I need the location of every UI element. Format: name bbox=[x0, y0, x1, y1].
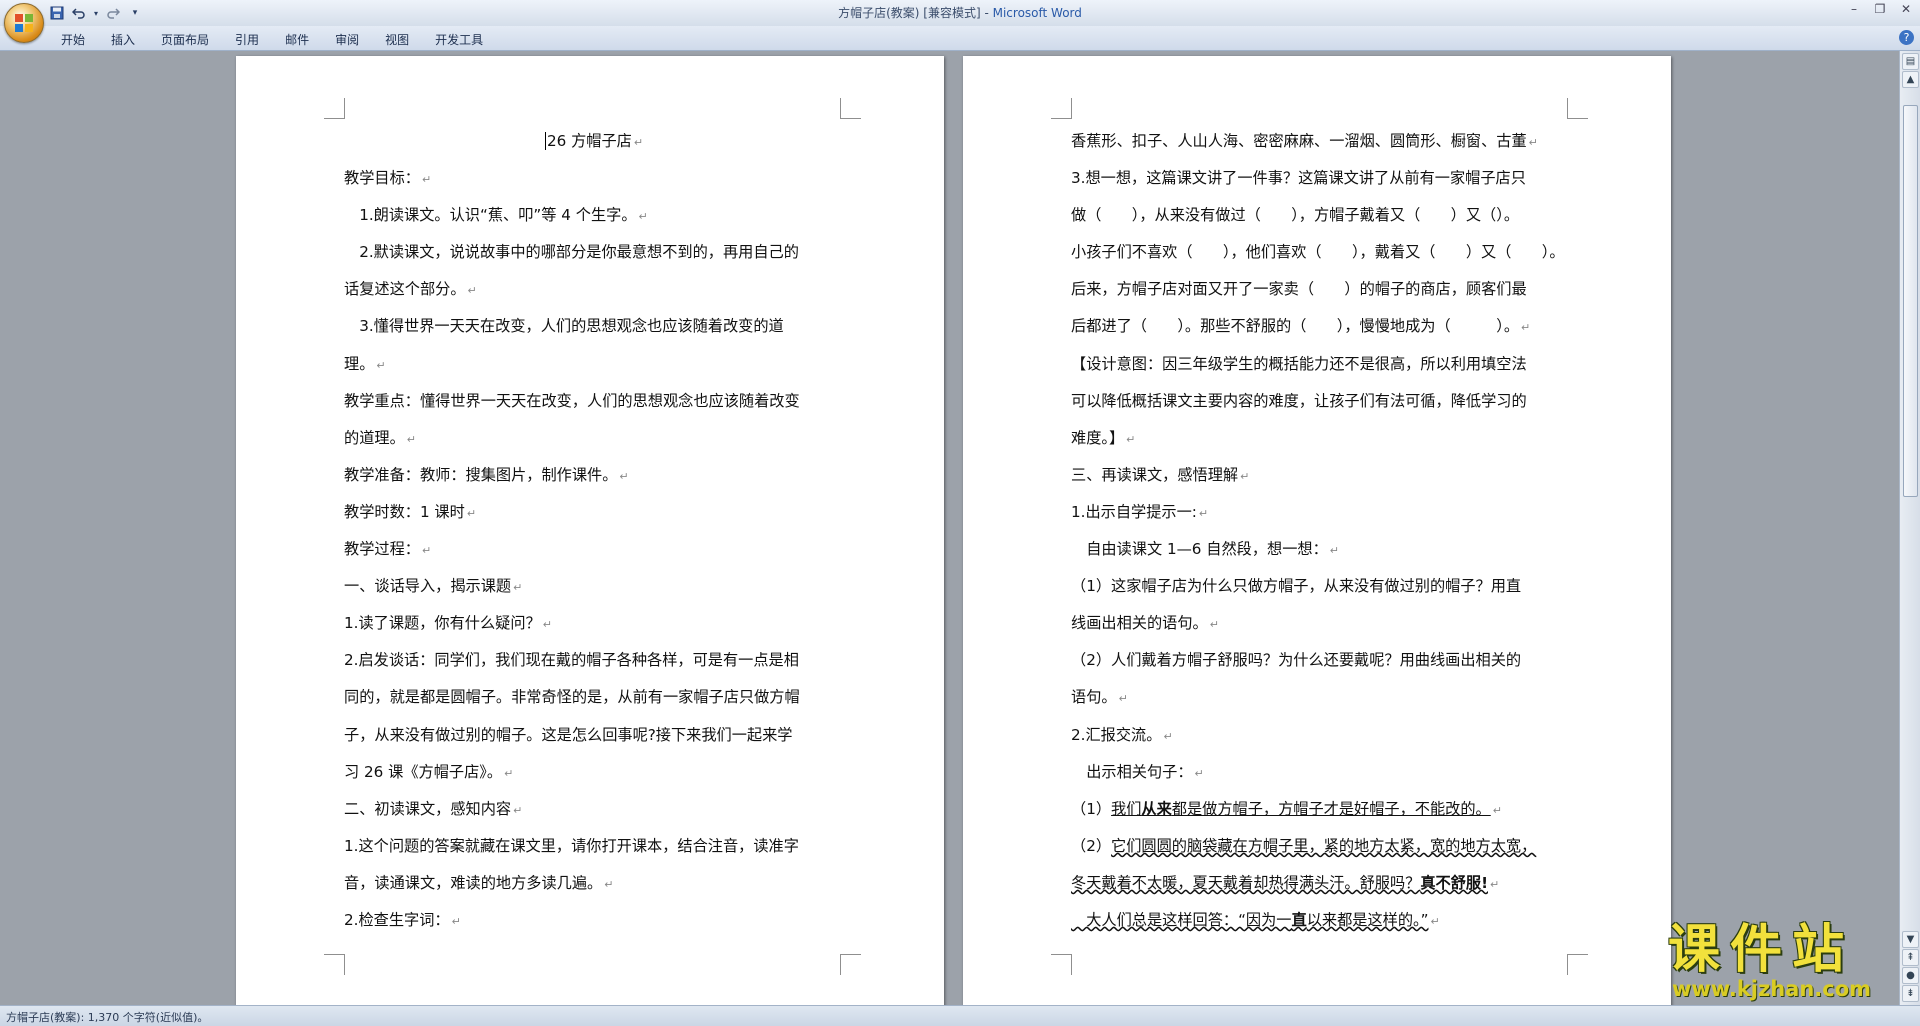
vertical-scrollbar[interactable]: ▤ ▲ ▼ ⇞ ● ⇟ bbox=[1899, 51, 1920, 1005]
paragraph: 3.懂得世界一天天在改变，人们的思想观念也应该随着改变的道 bbox=[344, 317, 784, 336]
minimize-icon[interactable]: – bbox=[1846, 2, 1862, 16]
tab-page-layout[interactable]: 页面布局 bbox=[148, 29, 222, 51]
paragraph: 出示相关句子： ↵ bbox=[1071, 762, 1204, 781]
paragraph: 的道理。 ↵ bbox=[344, 428, 416, 447]
paragraph: 1.这个问题的答案就藏在课文里，请你打开课本，结合注音，读准字 bbox=[344, 836, 799, 855]
document-workspace: 26 方帽子店 ↵ 教学目标： ↵ 1.朗读课文。认识“蕉、叩”等 4 个生字。 ↵ … bbox=[0, 51, 1900, 1005]
status-text: 方帽子店(教案): 1,370 个字符(近似值)。 bbox=[6, 1011, 209, 1024]
paragraph: 教学时数：1 课时 ↵ bbox=[344, 502, 477, 521]
document-page-2[interactable]: 香蕉形、扣子、人山人海、密密麻麻、一溜烟、圆筒形、橱窗、古董 ↵ 3.想一想，这篇… bbox=[963, 56, 1671, 1005]
tab-references[interactable]: 引用 bbox=[222, 29, 272, 51]
page-1-text: 26 方帽子店 ↵ 教学目标： ↵ 1.朗读课文。认识“蕉、叩”等 4 个生字。 ↵ … bbox=[344, 123, 844, 939]
title-bar: ▾ ▾ 方帽子店(教案) [兼容模式] - Microsoft Word – ❐… bbox=[0, 0, 1920, 27]
crop-mark bbox=[1051, 954, 1072, 975]
crop-mark bbox=[324, 98, 345, 119]
crop-mark bbox=[840, 98, 861, 119]
status-bar: 方帽子店(教案): 1,370 个字符(近似值)。 bbox=[0, 1005, 1920, 1026]
paragraph: 3.想一想，这篇课文讲了一件事？这篇课文讲了从前有一家帽子店只 bbox=[1071, 169, 1526, 188]
close-icon[interactable]: ✕ bbox=[1898, 2, 1914, 16]
paragraph: 教学目标： ↵ bbox=[344, 169, 432, 188]
paragraph: 习 26 课《方帽子店》。 ↵ bbox=[344, 762, 514, 781]
paragraph: 可以降低概括课文主要内容的难度，让孩子们有法可循，降低学习的 bbox=[1071, 391, 1527, 410]
paragraph: 教学过程： ↵ bbox=[344, 540, 432, 559]
quote-1: （1）我们从来都是做方帽子，方帽子才是好帽子，不能改的。 ↵ bbox=[1071, 799, 1502, 818]
document-title-line: 26 方帽子店 ↵ bbox=[544, 132, 644, 150]
app-name: Microsoft Word bbox=[992, 6, 1082, 20]
paragraph: 小孩子们不喜欢（ ），他们喜欢（ ），戴着又（ ）又（ ）。 bbox=[1071, 243, 1565, 262]
paragraph: 后都进了（ ）。那些不舒服的（ ），慢慢地成为（ ）。 ↵ bbox=[1071, 317, 1531, 336]
ribbon-tabs: 开始 插入 页面布局 引用 邮件 审阅 视图 开发工具 bbox=[48, 29, 496, 51]
scroll-up-icon[interactable]: ▲ bbox=[1902, 71, 1919, 88]
paragraph: 话复述这个部分。 ↵ bbox=[344, 280, 477, 299]
paragraph: 2.汇报交流。 ↵ bbox=[1071, 725, 1173, 744]
paragraph: 1.朗读课文。认识“蕉、叩”等 4 个生字。 ↵ bbox=[344, 206, 648, 225]
next-page-icon[interactable]: ⇟ bbox=[1902, 985, 1919, 1002]
paragraph: 音，读通课文，难读的地方多读几遍。 ↵ bbox=[344, 873, 614, 892]
paragraph: 1.读了课题，你有什么疑问？ ↵ bbox=[344, 614, 552, 633]
paragraph: 2.默读课文，说说故事中的哪部分是你最意想不到的，再用自己的 bbox=[344, 243, 799, 262]
quote-3: 大人们总是这样回答：“因为一直以来都是这样的。” ↵ bbox=[1071, 910, 1440, 929]
tab-mailings[interactable]: 邮件 bbox=[272, 29, 322, 51]
document-title: 方帽子店(教案) [兼容模式] - bbox=[838, 6, 993, 20]
tab-review[interactable]: 审阅 bbox=[322, 29, 372, 51]
window-title: 方帽子店(教案) [兼容模式] - Microsoft Word bbox=[0, 4, 1920, 21]
paragraph: （2）人们戴着方帽子舒服吗？为什么还要戴呢？用曲线画出相关的 bbox=[1071, 651, 1522, 670]
scroll-down-icon[interactable]: ▼ bbox=[1902, 931, 1919, 948]
paragraph: 【设计意图：因三年级学生的概括能力还不是很高，所以利用填空法 bbox=[1071, 354, 1527, 373]
paragraph: 2.启发谈话：同学们，我们现在戴的帽子各种各样，可是有一点是相 bbox=[344, 651, 799, 670]
document-page-1[interactable]: 26 方帽子店 ↵ 教学目标： ↵ 1.朗读课文。认识“蕉、叩”等 4 个生字。 ↵ … bbox=[236, 56, 944, 1005]
paragraph: 2.检查生字词： ↵ bbox=[344, 910, 461, 929]
crop-mark bbox=[1051, 98, 1072, 119]
office-button[interactable] bbox=[4, 3, 44, 43]
crop-mark bbox=[1567, 98, 1588, 119]
paragraph: 做（ ），从来没有做过（ ），方帽子戴着又（ ）又（）。 bbox=[1071, 206, 1520, 225]
paragraph: 教学重点：懂得世界一天天在改变，人们的思想观念也应该随着改变 bbox=[344, 391, 800, 410]
office-logo-icon bbox=[15, 14, 33, 32]
paragraph: 线画出相关的语句。 ↵ bbox=[1071, 614, 1219, 633]
tab-view[interactable]: 视图 bbox=[372, 29, 422, 51]
watermark-title: 课件站 bbox=[1668, 920, 1855, 980]
crop-mark bbox=[840, 954, 861, 975]
quote-2-cont: 冬天戴着不太暖，夏天戴着却热得满头汗。舒服吗？真不舒服! ↵ bbox=[1071, 873, 1500, 892]
paragraph: 同的，就是都是圆帽子。非常奇怪的是，从前有一家帽子店只做方帽 bbox=[344, 688, 800, 707]
paragraph: 自由读课文 1—6 自然段，想一想： ↵ bbox=[1071, 540, 1340, 559]
text-cursor bbox=[544, 132, 546, 150]
paragraph: 一、谈话导入，揭示课题 ↵ bbox=[344, 577, 523, 596]
ruler-toggle-icon[interactable]: ▤ bbox=[1902, 53, 1919, 70]
tab-home[interactable]: 开始 bbox=[48, 29, 98, 51]
page-2-text: 香蕉形、扣子、人山人海、密密麻麻、一溜烟、圆筒形、橱窗、古董 ↵ 3.想一想，这篇… bbox=[1071, 123, 1571, 939]
window-controls: – ❐ ✕ bbox=[1846, 2, 1914, 16]
crop-mark bbox=[1567, 954, 1588, 975]
paragraph: 难度。】 ↵ bbox=[1071, 428, 1136, 447]
previous-page-icon[interactable]: ⇞ bbox=[1902, 949, 1919, 966]
lesson-title: 26 方帽子店 bbox=[546, 132, 632, 150]
scroll-thumb[interactable] bbox=[1903, 105, 1918, 497]
paragraph: 子，从来没有做过别的帽子。这是怎么回事呢?接下来我们一起来学 bbox=[344, 725, 793, 744]
paragraph: 1.出示自学提示一: ↵ bbox=[1071, 502, 1209, 521]
crop-mark bbox=[324, 954, 345, 975]
tab-developer[interactable]: 开发工具 bbox=[422, 29, 496, 51]
watermark-url: www.kjzhan.com bbox=[1672, 977, 1872, 1001]
tab-insert[interactable]: 插入 bbox=[98, 29, 148, 51]
watermark-logo: 课件站 www.kjzhan.com bbox=[1668, 922, 1904, 1002]
paragraph: 香蕉形、扣子、人山人海、密密麻麻、一溜烟、圆筒形、橱窗、古董 ↵ bbox=[1071, 132, 1538, 150]
paragraph: 后来，方帽子店对面又开了一家卖（ ）的帽子的商店，顾客们最 bbox=[1071, 280, 1527, 299]
paragraph: 教学准备：教师：搜集图片，制作课件。 ↵ bbox=[344, 465, 629, 484]
restore-icon[interactable]: ❐ bbox=[1872, 2, 1888, 16]
paragraph: 二、初读课文，感知内容 ↵ bbox=[344, 799, 523, 818]
paragraph: 三、再读课文，感悟理解 ↵ bbox=[1071, 465, 1250, 484]
select-browse-object-icon[interactable]: ● bbox=[1902, 967, 1919, 984]
ribbon-tab-bar: 开始 插入 页面布局 引用 邮件 审阅 视图 开发工具 ? bbox=[0, 26, 1920, 51]
help-icon[interactable]: ? bbox=[1899, 30, 1914, 45]
paragraph: （1）这家帽子店为什么只做方帽子，从来没有做过别的帽子？用直 bbox=[1071, 577, 1522, 596]
paragraph: 语句。 ↵ bbox=[1071, 688, 1128, 707]
paragraph: 理。 ↵ bbox=[344, 354, 386, 373]
quote-2: （2）它们圆圆的脑袋藏在方帽子里，紧的地方太紧，宽的地方太宽， bbox=[1071, 836, 1537, 855]
